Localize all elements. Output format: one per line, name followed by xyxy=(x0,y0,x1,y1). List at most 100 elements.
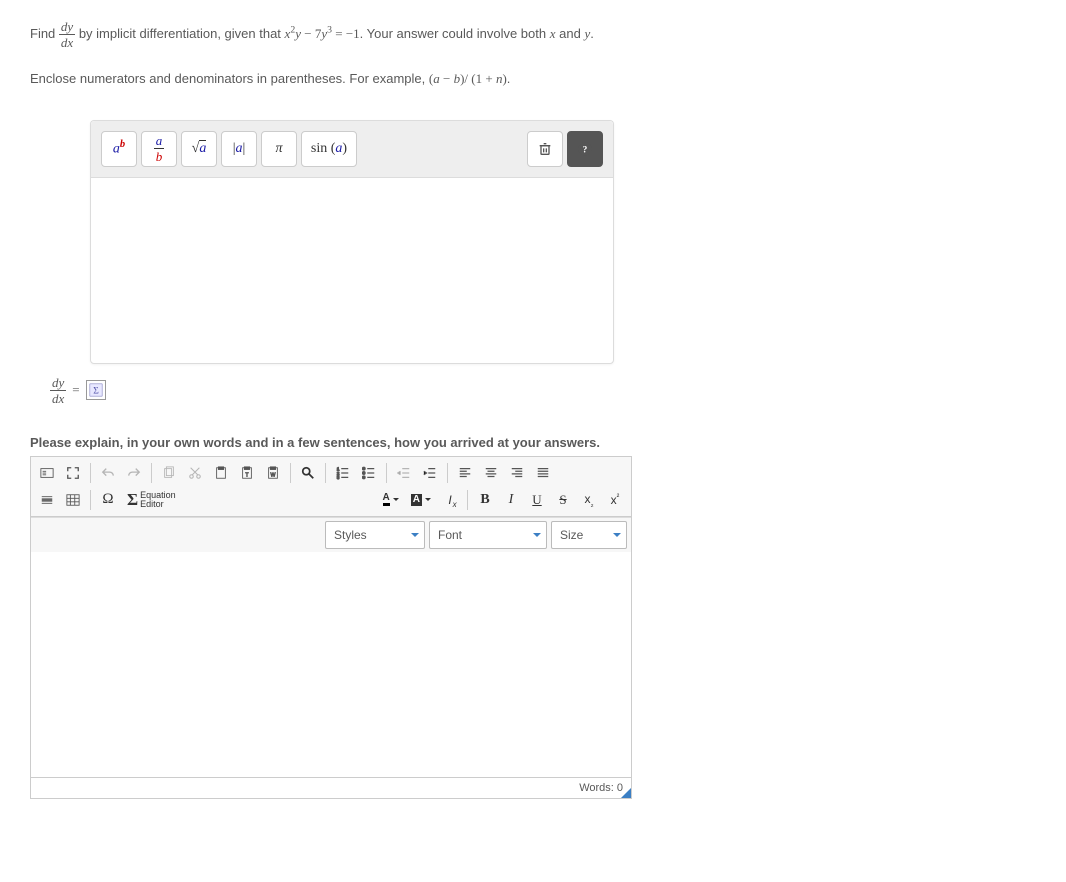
align-justify-button[interactable] xyxy=(531,461,555,485)
italic-button[interactable]: I xyxy=(499,488,523,512)
example-expr: (a − b)/ (1 + n) xyxy=(429,71,507,86)
undo-button[interactable] xyxy=(96,461,120,485)
strike-button[interactable]: S xyxy=(551,488,575,512)
equation-input-area[interactable] xyxy=(91,177,613,363)
equals-sign: = xyxy=(72,382,79,398)
separator xyxy=(386,463,387,483)
paste-text-icon: T xyxy=(240,466,254,480)
svg-text:T: T xyxy=(245,472,249,478)
bullet-list-icon xyxy=(362,466,376,480)
align-right-icon xyxy=(510,466,524,480)
separator xyxy=(151,463,152,483)
equation-editor-button[interactable]: Σ Equation Editor xyxy=(122,488,181,512)
paste-button[interactable] xyxy=(209,461,233,485)
align-left-button[interactable] xyxy=(453,461,477,485)
help-icon: ? xyxy=(577,141,593,157)
hr-icon xyxy=(40,493,54,507)
align-center-button[interactable] xyxy=(479,461,503,485)
hr-button[interactable] xyxy=(35,488,59,512)
separator xyxy=(325,463,326,483)
bg-color-button[interactable]: A xyxy=(406,488,436,512)
indent-button[interactable] xyxy=(418,461,442,485)
sigma-icon: Σ xyxy=(89,383,103,397)
resize-handle[interactable] xyxy=(621,788,631,798)
separator xyxy=(290,463,291,483)
table-button[interactable] xyxy=(61,488,85,512)
size-dropdown[interactable]: Size xyxy=(551,521,627,549)
underline-button[interactable]: U xyxy=(525,488,549,512)
fraction-button[interactable]: a b xyxy=(141,131,177,167)
align-left-icon xyxy=(458,466,472,480)
redo-button[interactable] xyxy=(122,461,146,485)
explain-label: Please explain, in your own words and in… xyxy=(30,435,1036,450)
copy-button[interactable] xyxy=(157,461,181,485)
toolbar-row-1: T W 123 xyxy=(35,461,627,485)
separator xyxy=(90,490,91,510)
toolbar-row-3: Styles Font Size xyxy=(31,517,631,552)
special-char-button[interactable]: Ω xyxy=(96,488,120,512)
trash-icon xyxy=(537,141,553,157)
numbered-list-button[interactable]: 123 xyxy=(331,461,355,485)
sqrt-button[interactable]: √a xyxy=(181,131,217,167)
abs-button[interactable]: |a| xyxy=(221,131,257,167)
source-button[interactable] xyxy=(35,461,59,485)
align-center-icon xyxy=(484,466,498,480)
sin-button[interactable]: sin (a) xyxy=(301,131,357,167)
question-line-1: Find dy dx by implicit differentiation, … xyxy=(30,20,1036,49)
svg-text:Σ: Σ xyxy=(93,386,99,397)
bold-button[interactable]: B xyxy=(473,488,497,512)
align-right-button[interactable] xyxy=(505,461,529,485)
separator xyxy=(447,463,448,483)
exponent-button[interactable]: ab xyxy=(101,131,137,167)
enclose: Enclose numerators and denominators in p… xyxy=(30,71,425,86)
source-icon xyxy=(40,466,54,480)
bullet-list-button[interactable] xyxy=(357,461,381,485)
copy-icon xyxy=(162,466,176,480)
undo-icon xyxy=(101,466,115,480)
maximize-button[interactable] xyxy=(61,461,85,485)
equation-placeholder-icon[interactable]: Σ xyxy=(86,380,106,400)
outdent-icon xyxy=(397,466,411,480)
rich-text-editor: T W 123 xyxy=(30,456,632,799)
equation-editor: ab a b √a |a| π sin (a) xyxy=(90,120,614,364)
maximize-icon xyxy=(66,466,80,480)
superscript-button[interactable]: x² xyxy=(603,488,627,512)
paste-text-button[interactable]: T xyxy=(235,461,259,485)
period: . xyxy=(590,26,594,41)
redo-icon xyxy=(127,466,141,480)
equation-toolbar: ab a b √a |a| π sin (a) xyxy=(91,121,613,177)
var-x: x xyxy=(550,26,556,41)
separator xyxy=(467,490,468,510)
separator xyxy=(90,463,91,483)
cut-icon xyxy=(188,466,202,480)
trash-button[interactable] xyxy=(527,131,563,167)
find-button[interactable] xyxy=(296,461,320,485)
search-icon xyxy=(301,466,315,480)
font-dropdown[interactable]: Font xyxy=(429,521,547,549)
align-justify-icon xyxy=(536,466,550,480)
tail: . Your answer could involve both xyxy=(360,26,546,41)
rich-editor-toolbar: T W 123 xyxy=(31,457,631,517)
remove-format-button[interactable]: Ix xyxy=(438,488,462,512)
outdent-button[interactable] xyxy=(392,461,416,485)
svg-text:W: W xyxy=(271,472,276,478)
table-icon xyxy=(66,493,80,507)
and: and xyxy=(559,26,581,41)
find-label: Find xyxy=(30,26,55,41)
styles-dropdown[interactable]: Styles xyxy=(325,521,425,549)
pi-button[interactable]: π xyxy=(261,131,297,167)
help-button[interactable]: ? xyxy=(567,131,603,167)
question-line-2: Enclose numerators and denominators in p… xyxy=(30,69,1036,90)
svg-text:3: 3 xyxy=(337,475,340,480)
subscript-button[interactable]: x₂ xyxy=(577,488,601,512)
rich-text-body[interactable] xyxy=(31,552,631,777)
toolbar-row-2: Ω Σ Equation Editor A A Ix B I U S x₂ x² xyxy=(35,488,627,512)
by-implicit: by implicit differentiation, given that xyxy=(79,26,281,41)
question-text: Find dy dx by implicit differentiation, … xyxy=(30,20,1036,90)
paste-word-button[interactable]: W xyxy=(261,461,285,485)
cut-button[interactable] xyxy=(183,461,207,485)
equation: x2y − 7y3 = −1 xyxy=(285,26,360,41)
answer-row: dy dx = Σ xyxy=(50,376,1036,405)
paste-word-icon: W xyxy=(266,466,280,480)
text-color-button[interactable]: A xyxy=(378,488,404,512)
